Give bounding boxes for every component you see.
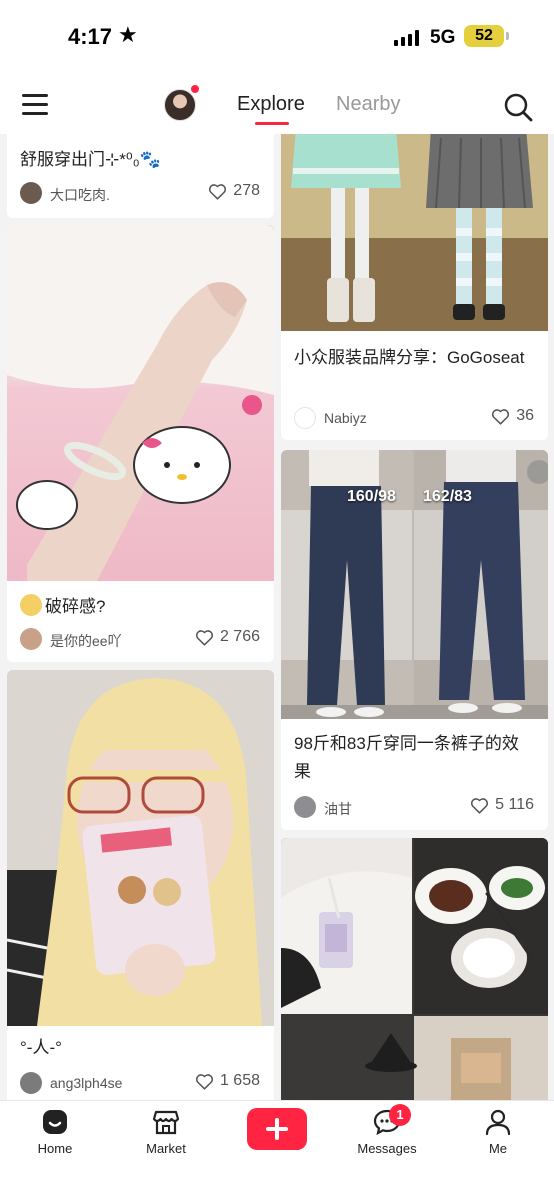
top-nav: Explore Nearby [0,74,554,134]
card-image-art [7,670,274,1026]
heart-icon [195,1073,213,1090]
author-name: Nabiyz [324,410,367,426]
card-title-text: 破碎感? [45,597,106,616]
note-card[interactable]: 舒服穿出门⊹*⁰₀🐾 大口吃肉. 278 [7,134,274,218]
like-button[interactable]: 5 116 [470,796,534,814]
note-card[interactable]: 小众服装品牌分享：GoGoseat Nabiyz 36 [281,134,548,440]
status-time: 4:17 [68,24,113,49]
network-type: 5G [430,27,456,48]
battery-tip [506,32,509,40]
tab-nearby[interactable]: Nearby [336,93,400,116]
search-icon[interactable] [503,92,533,122]
tab-active-indicator [255,122,289,125]
card-image-art [281,838,548,1100]
author-name: ang3lph4se [50,1075,123,1091]
like-button[interactable]: 36 [491,407,534,425]
tab-messages-label: Messages [357,1141,417,1156]
author-name: 油甘 [324,801,352,817]
like-count: 2 766 [219,628,260,645]
card-image-art [281,134,548,331]
author-avatar [294,407,316,429]
author-avatar [20,1072,42,1094]
card-title: 舒服穿出门⊹*⁰₀🐾 [20,150,161,169]
note-card[interactable]: 破碎感? 是你的ee吖 2 766 [7,225,274,662]
market-icon [152,1110,180,1135]
image-label: 160/98 [347,488,396,505]
author-avatar [294,796,316,818]
card-title: 98斤和83斤穿同一条裤子的效果 [294,734,519,781]
image-label: 162/83 [423,488,472,505]
face-emoji-icon [20,594,42,616]
author-name: 大口吃肉. [50,187,110,203]
home-icon [43,1110,67,1134]
author-avatar [20,628,42,650]
notification-dot [190,84,200,94]
card-title: °-人-° [20,1038,62,1057]
menu-icon[interactable] [22,94,48,116]
battery-level: 52 [475,27,493,44]
heart-icon [209,183,227,200]
card-title: 小众服装品牌分享：GoGoseat [294,348,525,367]
card-image [281,134,548,331]
tab-me[interactable]: Me [456,1107,540,1167]
like-count: 5 116 [495,796,534,813]
card-title: 破碎感? [20,593,105,621]
like-button[interactable]: 278 [208,182,260,200]
note-card[interactable] [281,838,548,1100]
tab-market[interactable]: Market [124,1107,208,1167]
profile-icon [485,1109,511,1136]
add-post-button[interactable] [247,1108,307,1150]
tab-explore[interactable]: Explore [237,93,305,116]
author-name: 是你的ee吖 [50,633,122,649]
signal-icon [394,30,420,46]
card-image [7,225,274,581]
like-button[interactable]: 1 658 [195,1072,260,1090]
tab-home-label: Home [37,1141,73,1156]
card-image: 160/98 162/83 [281,450,548,719]
messages-badge: 1 [389,1104,411,1126]
like-button[interactable]: 2 766 [195,628,260,646]
battery-icon: 52 [464,25,504,47]
card-image-art [281,450,548,719]
heart-icon [195,629,213,646]
card-image [281,838,548,1100]
status-bar: 4:17 ★ 5G 52 [0,0,554,74]
heart-icon [471,797,489,814]
avatar[interactable] [164,89,196,121]
tab-home[interactable]: Home [13,1107,97,1167]
tab-messages[interactable]: Messages [345,1107,429,1167]
like-count: 1 658 [219,1072,260,1089]
bottom-tab-bar: Home Market Messages 1 Me [0,1100,554,1200]
heart-icon [492,408,510,425]
tab-me-label: Me [488,1141,508,1156]
card-image [7,670,274,1026]
feed: 舒服穿出门⊹*⁰₀🐾 大口吃肉. 278 破碎感? 是你的ee吖 2 766 °… [0,134,554,1100]
note-card[interactable]: 160/98 162/83 98斤和83斤穿同一条裤子的效果 油甘 5 116 [281,450,548,830]
author-avatar [20,182,42,204]
note-card[interactable]: °-人-° ang3lph4se 1 658 [7,670,274,1100]
focus-star-icon: ★ [118,22,138,47]
card-image-art [7,225,274,581]
like-count: 278 [233,182,260,199]
tab-market-label: Market [146,1141,186,1156]
like-count: 36 [516,407,534,424]
